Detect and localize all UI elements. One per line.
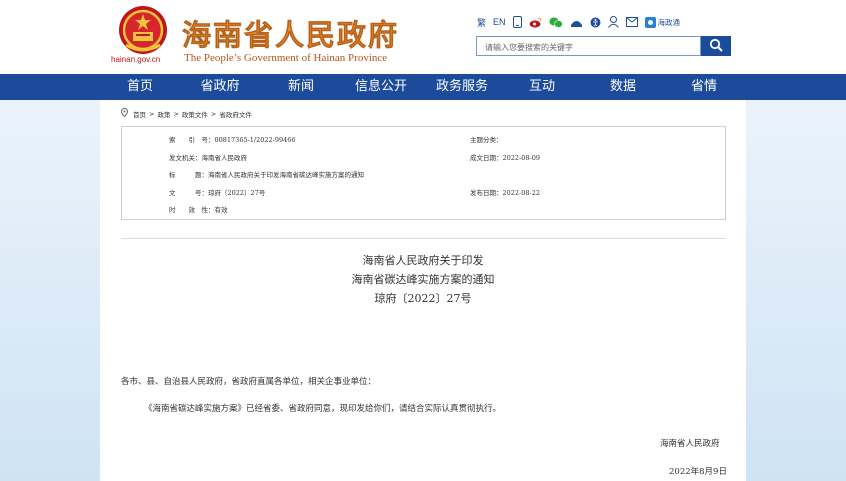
site-title-en: The People’s Government of Hainan Provin…: [184, 52, 388, 64]
police-icon[interactable]: [570, 17, 583, 28]
weibo-icon[interactable]: [529, 17, 542, 28]
article-title-line-1: 海南省人民政府关于印发: [362, 254, 484, 267]
haizhengtong-icon[interactable]: [644, 16, 656, 28]
nav-news[interactable]: 新闻: [288, 74, 314, 100]
meta-issuer: 发文机关：海南省人民政府: [169, 152, 247, 162]
meta-category-label: 主题分类：: [470, 136, 503, 144]
meta-pubdate-label: 发布日期：: [470, 189, 503, 197]
meta-issuer-label: 发文机关：: [169, 154, 202, 162]
meta-docno: 文 号：琼府〔2022〕27号: [169, 187, 265, 197]
search-input[interactable]: 请输入您要搜索的关键字: [476, 36, 701, 56]
breadcrumb-home[interactable]: 首页: [133, 109, 146, 119]
meta-docno-value: 琼府〔2022〕27号: [208, 189, 266, 197]
meta-validity-label: 时 效 性：: [169, 206, 215, 214]
site-domain: hainan.gov.cn: [111, 55, 161, 64]
breadcrumb-policy-documents[interactable]: 政策文件: [182, 109, 208, 119]
nav-home[interactable]: 首页: [127, 74, 153, 100]
article-salutation: 各市、县、自治县人民政府，省政府直属各单位，相关企事业单位：: [121, 377, 377, 387]
article-signer: 海南省人民政府: [660, 439, 720, 449]
meta-date-value: 2022-08-09: [502, 154, 540, 162]
article-paragraph: 《海南省碳达峰实施方案》已经省委、省政府同意，现印发给你们，请结合实际认真贯彻执…: [144, 404, 502, 414]
traditional-chinese-link[interactable]: 繁: [477, 16, 486, 29]
breadcrumb: 首页 > 政策 > 政策文件 > 省政府文件: [120, 107, 252, 119]
meta-category: 主题分类：: [470, 134, 503, 144]
meta-docno-label: 文 号：: [169, 189, 208, 197]
breadcrumb-policy[interactable]: 政策: [157, 109, 170, 119]
article-title-line-2: 海南省碳达峰实施方案的通知: [351, 273, 495, 286]
site-header: hainan.gov.cn 海南省人民政府 The People’s Gover…: [0, 0, 846, 74]
meta-index-label: 索 引 号：: [169, 136, 215, 144]
meta-index: 索 引 号：00817365-1/2022-99466: [169, 134, 296, 144]
search-button[interactable]: [701, 36, 731, 56]
nav-information-disclosure[interactable]: 信息公开: [355, 74, 407, 100]
meta-issuer-value: 海南省人民政府: [201, 154, 248, 162]
meta-validity: 时 效 性：有效: [169, 204, 228, 214]
meta-pubdate: 发布日期：2022-08-22: [470, 187, 540, 197]
main-nav: 首页 省政府 新闻 信息公开 政务服务 互动 数据 省情: [0, 74, 846, 100]
meta-pubdate-value: 2022-08-22: [502, 189, 540, 197]
site-title-cn[interactable]: 海南省人民政府: [182, 12, 399, 54]
article-sign-date: 2022年8月9日: [669, 467, 727, 477]
search-icon: [709, 37, 723, 56]
meta-index-value: 00817365-1/2022-99466: [214, 136, 296, 144]
nav-data[interactable]: 数据: [610, 74, 636, 100]
nav-provincial-government[interactable]: 省政府: [200, 74, 239, 100]
meta-subject-label: 标 题：: [169, 171, 208, 179]
header-toolbar: 繁 EN 海政通: [477, 15, 687, 29]
article-doc-number: 琼府〔2022〕27号: [374, 292, 472, 305]
national-emblem-logo[interactable]: [118, 5, 168, 55]
english-link[interactable]: EN: [493, 17, 506, 27]
haizhengtong-link[interactable]: 海政通: [658, 17, 681, 28]
mobile-icon[interactable]: [512, 16, 522, 28]
location-pin-icon: [120, 107, 129, 119]
accessibility-icon[interactable]: [590, 17, 601, 28]
divider: [121, 238, 726, 239]
wechat-icon[interactable]: [549, 17, 563, 28]
meta-date: 成文日期：2022-08-09: [470, 152, 540, 162]
meta-date-label: 成文日期：: [470, 154, 503, 162]
user-icon[interactable]: [607, 16, 619, 28]
mail-icon[interactable]: [625, 17, 638, 27]
meta-validity-value: 有效: [214, 206, 228, 214]
nav-government-services[interactable]: 政务服务: [436, 74, 488, 100]
nav-province-overview[interactable]: 省情: [691, 74, 717, 100]
breadcrumb-provincial-documents[interactable]: 省政府文件: [219, 109, 252, 119]
meta-subject: 标 题：海南省人民政府关于印发海南省碳达峰实施方案的通知: [169, 169, 364, 179]
meta-subject-value: 海南省人民政府关于印发海南省碳达峰实施方案的通知: [208, 171, 364, 179]
nav-interaction[interactable]: 互动: [529, 74, 555, 100]
